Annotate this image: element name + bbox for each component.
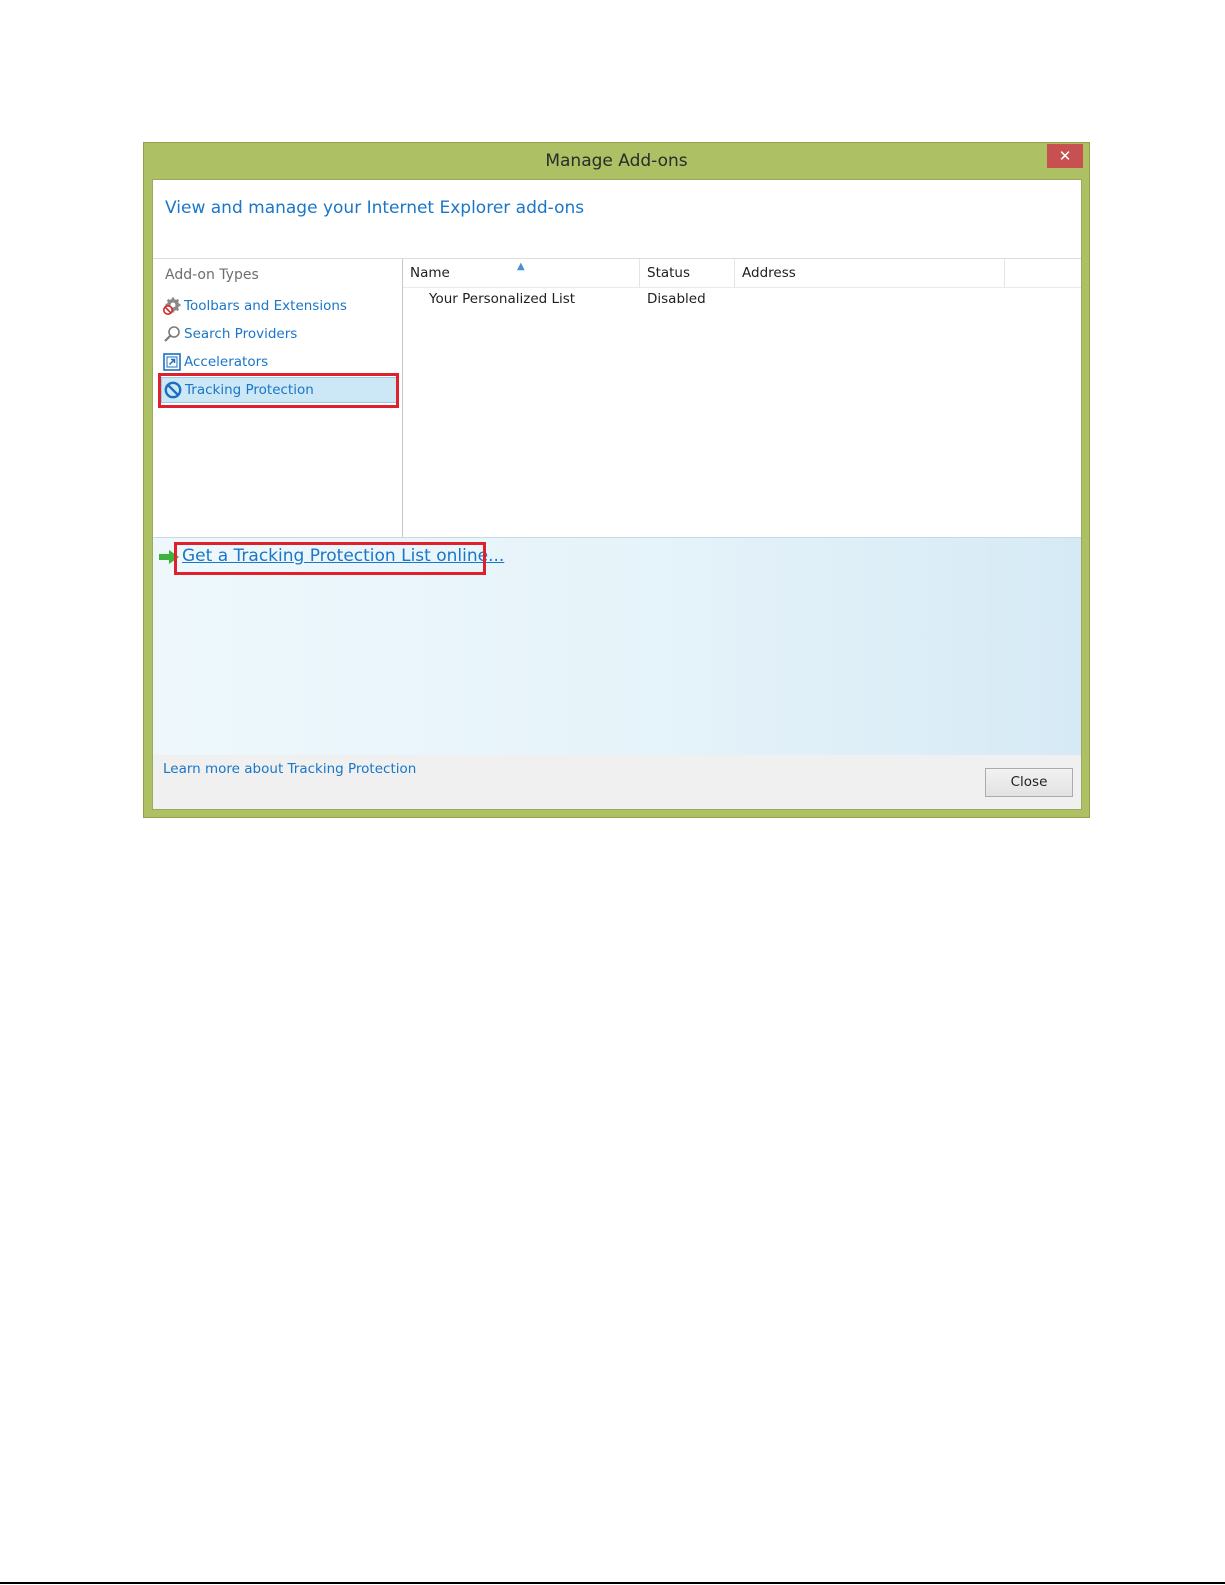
column-header-label: Address [742,265,796,281]
column-header-address[interactable]: Address [735,259,1005,287]
details-pane: Get a Tracking Protection List online... [153,537,1081,756]
addon-types-title: Add-on Types [165,267,259,283]
dialog-footer: Learn more about Tracking Protection Clo… [153,755,1081,809]
window-close-button[interactable]: ✕ [1047,144,1083,168]
header-text: View and manage your Internet Explorer a… [165,198,585,218]
close-button[interactable]: Close [985,768,1073,797]
sidebar-item-search-providers[interactable]: Search Providers [161,321,397,347]
column-header-label: Status [647,265,691,281]
accelerator-icon [163,353,181,371]
cell-status: Disabled [647,291,706,307]
cell-name: Your Personalized List [429,291,576,307]
get-list-highlight-box [174,542,486,575]
sort-arrow-icon: ▲ [517,261,525,272]
window-title: Manage Add-ons [545,151,688,171]
tracking-protection-highlight-box [158,373,399,408]
gear-icon [163,297,181,315]
dialog-client-area: View and manage your Internet Explorer a… [152,179,1082,810]
column-header-status[interactable]: Status [640,259,735,287]
manage-addons-dialog: Manage Add-ons ✕ View and manage your In… [143,142,1090,818]
sidebar-item-toolbars-extensions[interactable]: Toolbars and Extensions [161,293,397,319]
magnifier-icon [164,326,180,342]
sidebar-item-label: Search Providers [184,326,298,342]
page-bottom-rule [0,1582,1225,1584]
addon-types-pane: Add-on Types Toolbars and Extensions Sea… [153,259,402,536]
column-header-name[interactable]: Name ▲ [403,259,640,287]
addons-list: Name ▲ Status Address Your Personalized … [403,259,1081,536]
column-header-divider [403,287,1081,288]
learn-more-link[interactable]: Learn more about Tracking Protection [163,761,416,777]
sidebar-item-label: Toolbars and Extensions [184,298,347,314]
sidebar-item-accelerators[interactable]: Accelerators [161,349,397,375]
sidebar-item-label: Accelerators [184,354,269,370]
column-header-label: Name [410,265,450,281]
